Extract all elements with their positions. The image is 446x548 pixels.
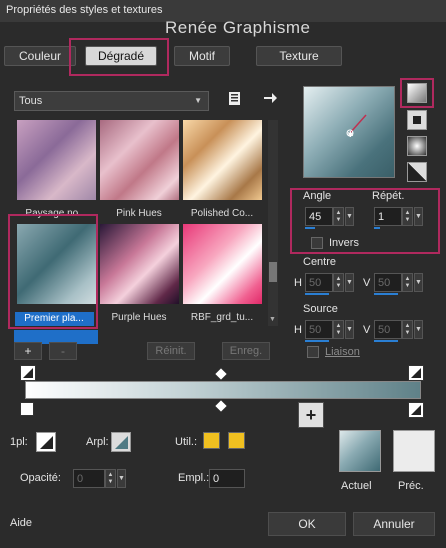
repeat-slider[interactable]	[374, 227, 380, 229]
chevron-down-icon: ▼	[194, 96, 202, 105]
tab-degrade[interactable]: Dégradé	[85, 46, 157, 66]
bottom-midpoint-handle[interactable]	[215, 400, 227, 412]
repeat-dropdown-icon[interactable]: ▼	[414, 207, 423, 226]
source-v-dropdown-icon[interactable]: ▼	[414, 320, 423, 339]
user-color-swatch-1[interactable]	[203, 432, 220, 449]
top-right-stop-icon[interactable]	[408, 365, 424, 381]
center-h-label: H	[294, 277, 302, 289]
scrollbar-thumb[interactable]	[269, 262, 277, 282]
center-h-dropdown-icon[interactable]: ▼	[345, 273, 354, 292]
source-h-slider[interactable]	[305, 340, 329, 342]
selected-gradient-label: Premier pla...	[24, 313, 84, 324]
gradient-thumb-polished-copper[interactable]	[183, 120, 262, 200]
current-swatch[interactable]	[339, 430, 381, 472]
gradient-label: RBF_grd_tu...	[190, 312, 254, 323]
link-label: Liaison	[325, 346, 360, 358]
source-h-dropdown-icon[interactable]: ▼	[345, 320, 354, 339]
angle-handle-icon[interactable]: ✱	[304, 87, 396, 179]
gradient-library-icon[interactable]	[226, 90, 244, 108]
top-midpoint-handle[interactable]	[215, 368, 227, 380]
angle-input[interactable]: 45	[305, 207, 333, 226]
gradient-thumb-rbf[interactable]	[183, 224, 262, 304]
repeat-spin-icon[interactable]: ▲ ▼	[402, 207, 413, 226]
sunburst-style-icon[interactable]	[407, 162, 427, 182]
opacity-spin-icon[interactable]: ▲ ▼	[105, 469, 116, 488]
category-select[interactable]: Tous ▼	[14, 91, 209, 111]
source-h-input[interactable]: 50	[305, 320, 333, 339]
tab-motif[interactable]: Motif	[174, 46, 230, 66]
arrow-right-icon[interactable]	[262, 90, 278, 106]
top-left-stop-icon[interactable]	[20, 365, 36, 381]
svg-text:✱: ✱	[347, 130, 354, 139]
current-label: Actuel	[341, 480, 372, 492]
gradient-thumb-paysage[interactable]	[17, 120, 96, 200]
gradient-thumb-purple-hues[interactable]	[100, 224, 179, 304]
window-title: Propriétés des styles et textures	[6, 4, 163, 16]
previous-swatch[interactable]	[393, 430, 435, 472]
source-v-spin-icon[interactable]: ▲ ▼	[402, 320, 413, 339]
angle-slider[interactable]	[305, 227, 315, 229]
opacity-dropdown-icon[interactable]: ▼	[117, 469, 126, 488]
util-label: Util.:	[175, 436, 197, 448]
gradient-label: Purple Hues	[111, 312, 167, 323]
angle-spin-icon[interactable]: ▲ ▼	[333, 207, 344, 226]
gradient-preview[interactable]: ✱	[303, 86, 395, 178]
save-gradient-button[interactable]: Enreg.	[222, 342, 270, 360]
add-swatch-button[interactable]: +	[298, 402, 324, 428]
cancel-button[interactable]: Annuler	[353, 512, 435, 536]
center-v-input[interactable]: 50	[374, 273, 402, 292]
gradient-thumb-pink-hues[interactable]	[100, 120, 179, 200]
center-h-slider[interactable]	[305, 293, 329, 295]
add-gradient-button[interactable]: +	[14, 342, 42, 360]
remove-gradient-button[interactable]: -	[49, 342, 77, 360]
center-h-spin-icon[interactable]: ▲ ▼	[333, 273, 344, 292]
gradient-label: Pink Hues	[116, 208, 162, 219]
reset-button[interactable]: Réinit.	[147, 342, 195, 360]
source-v-slider[interactable]	[374, 340, 398, 342]
category-value: Tous	[19, 95, 43, 107]
center-v-spin-icon[interactable]: ▲ ▼	[402, 273, 413, 292]
angle-dropdown-icon[interactable]: ▼	[345, 207, 354, 226]
help-link[interactable]: Aide	[10, 517, 32, 529]
rectangular-style-icon[interactable]	[407, 110, 427, 130]
radial-style-icon[interactable]	[407, 136, 427, 156]
gradient-label: Polished Co...	[190, 208, 254, 219]
foreground-stop-icon[interactable]	[36, 432, 56, 452]
repeat-label: Répét.	[372, 190, 405, 202]
previous-label: Préc.	[398, 480, 424, 492]
empl-label: Empl.:	[178, 472, 210, 484]
ok-button[interactable]: OK	[268, 512, 346, 536]
invert-checkbox[interactable]	[311, 237, 323, 249]
linear-style-icon[interactable]	[407, 83, 427, 103]
center-h-input[interactable]: 50	[305, 273, 333, 292]
center-v-slider[interactable]	[374, 293, 398, 295]
background-stop-icon[interactable]	[111, 432, 131, 452]
user-color-swatch-2[interactable]	[228, 432, 245, 449]
arpl-label: Arpl:	[86, 436, 109, 448]
bottom-right-stop-icon[interactable]	[408, 402, 424, 418]
scroll-down-icon[interactable]: ▼	[269, 316, 276, 323]
angle-label: Angle	[303, 190, 332, 202]
ipl-label: 1pl:	[10, 436, 28, 448]
center-label: Centre	[303, 256, 337, 268]
center-v-dropdown-icon[interactable]: ▼	[414, 273, 423, 292]
link-checkbox[interactable]	[307, 346, 319, 358]
location-input[interactable]: 0	[209, 469, 245, 488]
repeat-input[interactable]: 1	[374, 207, 402, 226]
gradient-editor-bar[interactable]	[25, 381, 421, 399]
opacity-input[interactable]: 0	[73, 469, 105, 488]
center-v-label: V	[363, 277, 371, 289]
source-label: Source	[303, 303, 338, 315]
invert-label: Invers	[329, 237, 359, 249]
tab-texture[interactable]: Texture	[256, 46, 342, 66]
watermark-text: Renée Graphisme	[165, 18, 311, 37]
bottom-left-stop-icon[interactable]	[20, 402, 34, 416]
tab-couleur[interactable]: Couleur	[4, 46, 76, 66]
source-h-spin-icon[interactable]: ▲ ▼	[333, 320, 344, 339]
source-v-input[interactable]: 50	[374, 320, 402, 339]
source-v-label: V	[363, 324, 371, 336]
gradient-scrollbar[interactable]: ▼	[268, 120, 278, 326]
opacity-label: Opacité:	[20, 472, 61, 484]
source-h-label: H	[294, 324, 302, 336]
